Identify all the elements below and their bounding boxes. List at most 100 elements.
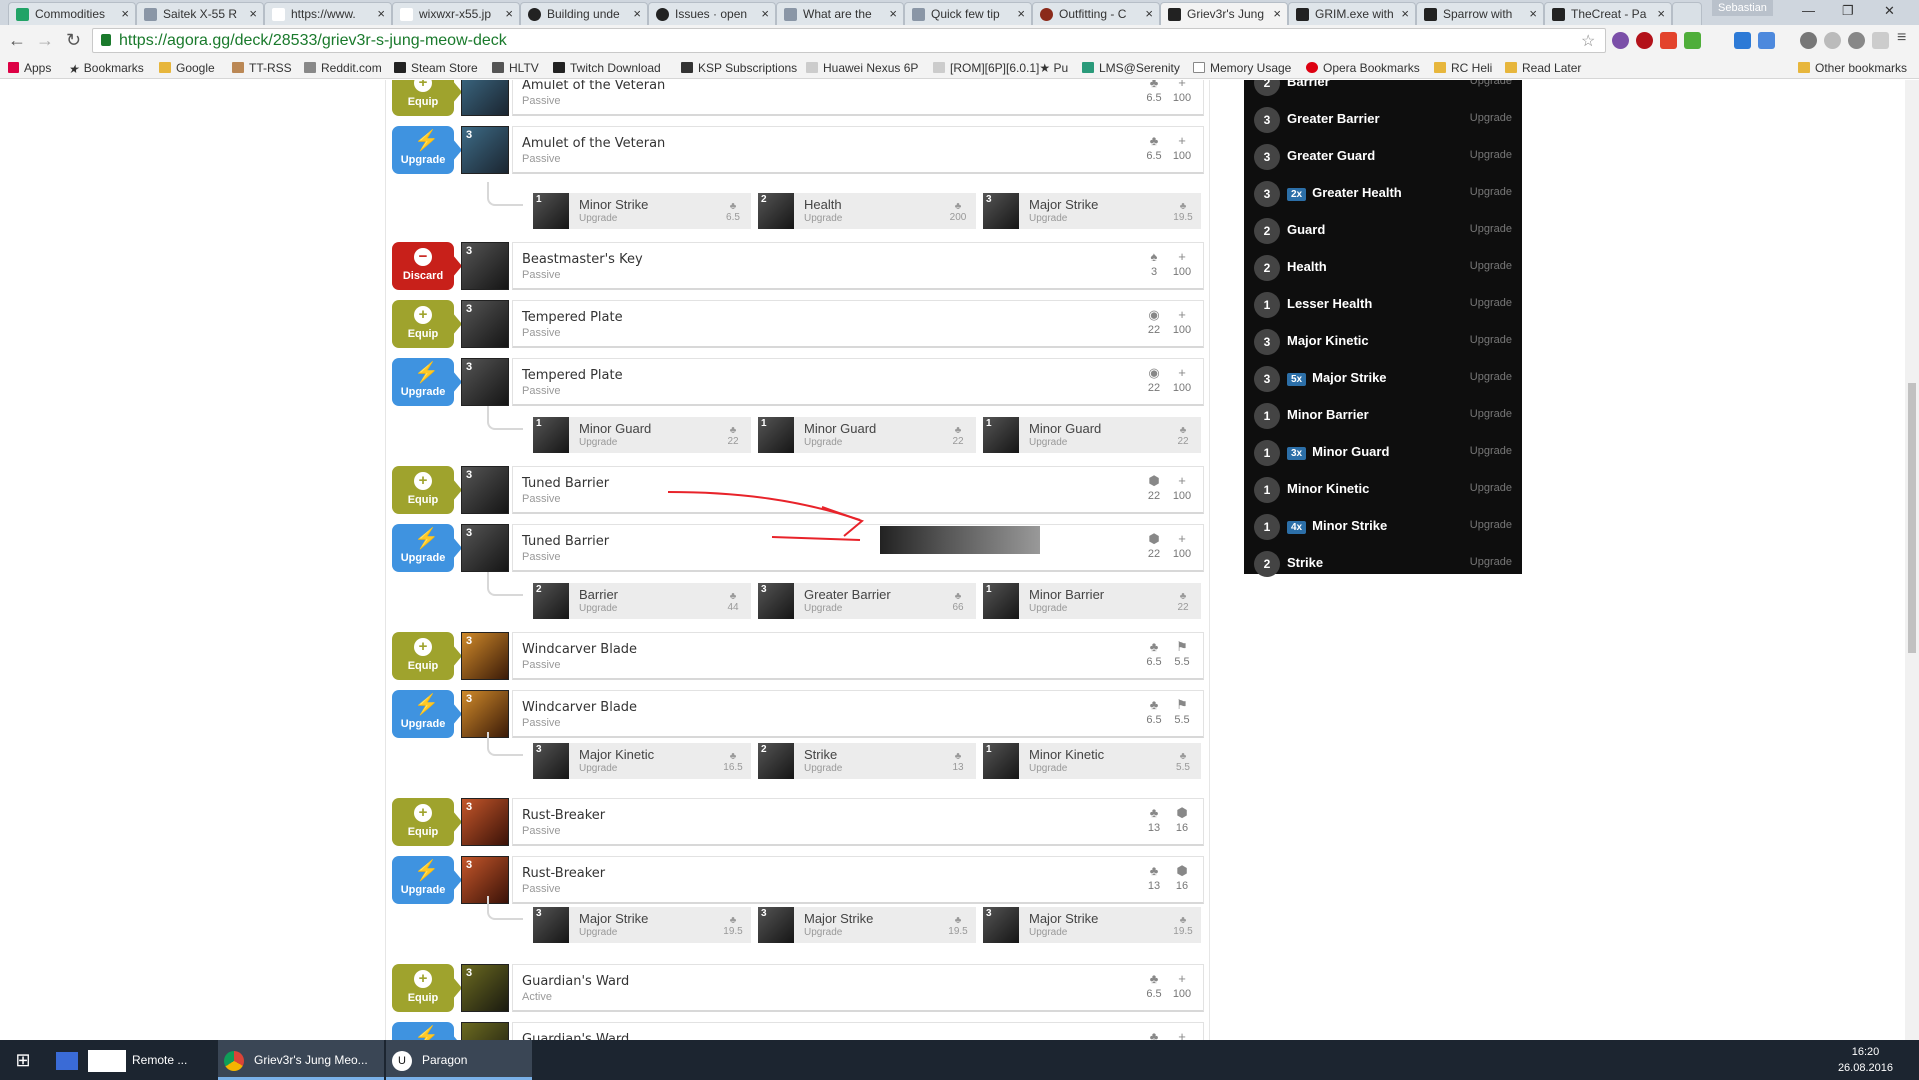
equip-button[interactable]: + Equip bbox=[392, 466, 462, 514]
browser-tab[interactable]: Building unde × bbox=[520, 2, 648, 25]
browser-tab[interactable]: TheCreat - Pa × bbox=[1544, 2, 1672, 25]
upgrade-button[interactable]: ⚡Upgrade bbox=[392, 358, 462, 406]
summary-row[interactable]: 2 Health Upgrade bbox=[1244, 249, 1522, 286]
system-clock[interactable]: 16:20 26.08.2016 bbox=[1838, 1044, 1893, 1076]
card-info[interactable]: Beastmaster's Key Passive ♠ 3 +100 bbox=[512, 242, 1204, 290]
maximize-icon[interactable]: ❐ bbox=[1842, 3, 1854, 19]
summary-row[interactable]: 1 Minor Barrier Upgrade bbox=[1244, 397, 1522, 434]
extension-icon[interactable] bbox=[1800, 32, 1817, 49]
bookmark-item[interactable]: [ROM][6P][6.0.1]★ Pu bbox=[933, 61, 1068, 75]
equip-button[interactable]: + Equip bbox=[392, 300, 462, 348]
card-image[interactable]: 3 bbox=[461, 242, 509, 290]
card-image[interactable]: 3 bbox=[461, 300, 509, 348]
upgrade-slot[interactable]: 1 Minor Guard Upgrade ♣ 22 bbox=[533, 417, 751, 453]
upgrade-slot[interactable]: 2 Barrier Upgrade ♣ 44 bbox=[533, 583, 751, 619]
discard-button[interactable]: − Discard bbox=[392, 242, 462, 290]
card-image[interactable]: 3 bbox=[461, 964, 509, 1012]
upgrade-slot[interactable]: 1 Minor Kinetic Upgrade ♣ 5.5 bbox=[983, 743, 1201, 779]
taskbar-item-active[interactable]: Griev3r's Jung Meo... bbox=[218, 1040, 384, 1080]
summary-row[interactable]: 1 4x Minor Strike Upgrade bbox=[1244, 508, 1522, 545]
summary-row[interactable]: 2 Barrier Upgrade bbox=[1244, 80, 1522, 101]
card-info[interactable]: Guardian's Ward ♣ + bbox=[512, 1022, 1204, 1040]
page-scrollbar[interactable] bbox=[1905, 80, 1919, 1040]
close-tab-icon[interactable]: × bbox=[1529, 6, 1537, 21]
bookmark-item[interactable]: KSP Subscriptions bbox=[681, 61, 797, 75]
card-info[interactable]: Windcarver Blade Passive ♣ 6.5 ⚑ 5.5 bbox=[512, 632, 1204, 680]
upgrade-slot[interactable]: 2 Health Upgrade ♣ 200 bbox=[758, 193, 976, 229]
taskbar-item[interactable]: Remote ... bbox=[56, 1040, 216, 1080]
card-image[interactable]: 3 bbox=[461, 80, 509, 116]
upgrade-button[interactable]: ⚡Upgrade bbox=[392, 1022, 462, 1040]
bookmark-item[interactable]: Read Later bbox=[1505, 61, 1581, 75]
upgrade-slot[interactable]: 1 Minor Strike Upgrade ♣ 6.5 bbox=[533, 193, 751, 229]
upgrade-button[interactable]: ⚡Upgrade bbox=[392, 524, 462, 572]
card-info[interactable]: Tempered Plate Passive ◉ 22 +100 bbox=[512, 300, 1204, 348]
close-tab-icon[interactable]: × bbox=[377, 6, 385, 21]
bookmark-item[interactable]: LMS@Serenity bbox=[1082, 61, 1180, 75]
browser-tab[interactable]: Commodities × bbox=[8, 2, 136, 25]
card-image[interactable]: 3 bbox=[461, 524, 509, 572]
close-tab-icon[interactable]: × bbox=[505, 6, 513, 21]
card-image[interactable]: 3 bbox=[461, 358, 509, 406]
bookmark-item[interactable]: Google bbox=[159, 61, 215, 75]
card-info[interactable]: Windcarver Blade Passive ♣ 6.5 ⚑ 5.5 bbox=[512, 690, 1204, 738]
summary-row[interactable]: 2 Strike Upgrade bbox=[1244, 545, 1522, 582]
extension-icon[interactable] bbox=[1734, 32, 1751, 49]
upgrade-slot[interactable]: 3 Major Strike Upgrade ♣ 19.5 bbox=[758, 907, 976, 943]
bookmark-item[interactable]: Opera Bookmarks bbox=[1306, 61, 1420, 75]
card-info[interactable]: Guardian's Ward Active ♣ 6.5 +100 bbox=[512, 964, 1204, 1012]
bookmark-item[interactable]: TT-RSS bbox=[232, 61, 292, 75]
extension-icon[interactable] bbox=[1758, 32, 1775, 49]
browser-tab[interactable]: wixwxr-x55.jp × bbox=[392, 2, 520, 25]
bookmark-item[interactable]: Twitch Download bbox=[553, 61, 661, 75]
upgrade-slot[interactable]: 1 Minor Guard Upgrade ♣ 22 bbox=[758, 417, 976, 453]
bookmark-item[interactable]: Reddit.com bbox=[304, 61, 382, 75]
browser-tab-active[interactable]: Griev3r's Jung × bbox=[1160, 2, 1288, 25]
card-image[interactable] bbox=[461, 1022, 509, 1040]
bookmark-item[interactable]: HLTV bbox=[492, 61, 539, 75]
start-button[interactable]: ⊞ bbox=[0, 1040, 46, 1080]
card-info[interactable]: Rust-Breaker Passive ♣ 13 ⬢ 16 bbox=[512, 798, 1204, 846]
summary-row[interactable]: 3 Greater Guard Upgrade bbox=[1244, 138, 1522, 175]
bookmark-apps[interactable]: Apps bbox=[8, 61, 51, 75]
extension-icon[interactable] bbox=[1824, 32, 1841, 49]
close-tab-icon[interactable]: × bbox=[121, 6, 129, 21]
rss-icon[interactable] bbox=[1872, 32, 1889, 49]
upgrade-slot[interactable]: 3 Major Kinetic Upgrade ♣ 16.5 bbox=[533, 743, 751, 779]
upgrade-slot[interactable]: 3 Greater Barrier Upgrade ♣ 66 bbox=[758, 583, 976, 619]
browser-tab[interactable]: What are the × bbox=[776, 2, 904, 25]
extension-icon[interactable] bbox=[1660, 32, 1677, 49]
card-info[interactable]: Tempered Plate Passive ◉ 22 +100 bbox=[512, 358, 1204, 406]
address-bar[interactable]: https://agora.gg/deck/28533/griev3r-s-ju… bbox=[92, 28, 1606, 53]
equip-button[interactable]: + Equip bbox=[392, 798, 462, 846]
upgrade-button[interactable]: ⚡Upgrade bbox=[392, 856, 462, 904]
upgrade-slot[interactable]: 3 Major Strike Upgrade ♣ 19.5 bbox=[983, 193, 1201, 229]
card-image[interactable]: 3 bbox=[461, 466, 509, 514]
close-tab-icon[interactable]: × bbox=[1017, 6, 1025, 21]
browser-tab[interactable]: Quick few tip × bbox=[904, 2, 1032, 25]
forward-icon[interactable]: → bbox=[36, 30, 54, 51]
bookmark-item[interactable]: Huawei Nexus 6P bbox=[806, 61, 918, 75]
bookmark-item[interactable]: ★ Bookmarks bbox=[68, 61, 144, 76]
upgrade-button[interactable]: ⚡Upgrade bbox=[392, 126, 462, 174]
summary-row[interactable]: 3 Greater Barrier Upgrade bbox=[1244, 101, 1522, 138]
upgrade-slot[interactable]: 3 Major Strike Upgrade ♣ 19.5 bbox=[533, 907, 751, 943]
card-image[interactable]: 3 bbox=[461, 632, 509, 680]
extension-icon[interactable] bbox=[1612, 32, 1629, 49]
bookmark-item[interactable]: RC Heli bbox=[1434, 61, 1492, 75]
taskbar-item-active[interactable]: U Paragon bbox=[386, 1040, 532, 1080]
upgrade-button[interactable]: ⚡Upgrade bbox=[392, 690, 462, 738]
extension-icon[interactable] bbox=[1684, 32, 1701, 49]
profile-badge[interactable]: Sebastian bbox=[1712, 0, 1773, 16]
summary-row[interactable]: 3 Major Kinetic Upgrade bbox=[1244, 323, 1522, 360]
browser-tab[interactable]: GRIM.exe with × bbox=[1288, 2, 1416, 25]
close-tab-icon[interactable]: × bbox=[1145, 6, 1153, 21]
close-window-icon[interactable]: ✕ bbox=[1884, 3, 1895, 19]
summary-row[interactable]: 1 Lesser Health Upgrade bbox=[1244, 286, 1522, 323]
scrollbar-thumb[interactable] bbox=[1908, 383, 1916, 653]
browser-tab[interactable]: Saitek X-55 R × bbox=[136, 2, 264, 25]
browser-tab[interactable]: Issues · open × bbox=[648, 2, 776, 25]
upgrade-slot[interactable]: 3 Major Strike Upgrade ♣ 19.5 bbox=[983, 907, 1201, 943]
upgrade-slot[interactable]: 2 Strike Upgrade ♣ 13 bbox=[758, 743, 976, 779]
bookmark-item[interactable]: Steam Store bbox=[394, 61, 478, 75]
